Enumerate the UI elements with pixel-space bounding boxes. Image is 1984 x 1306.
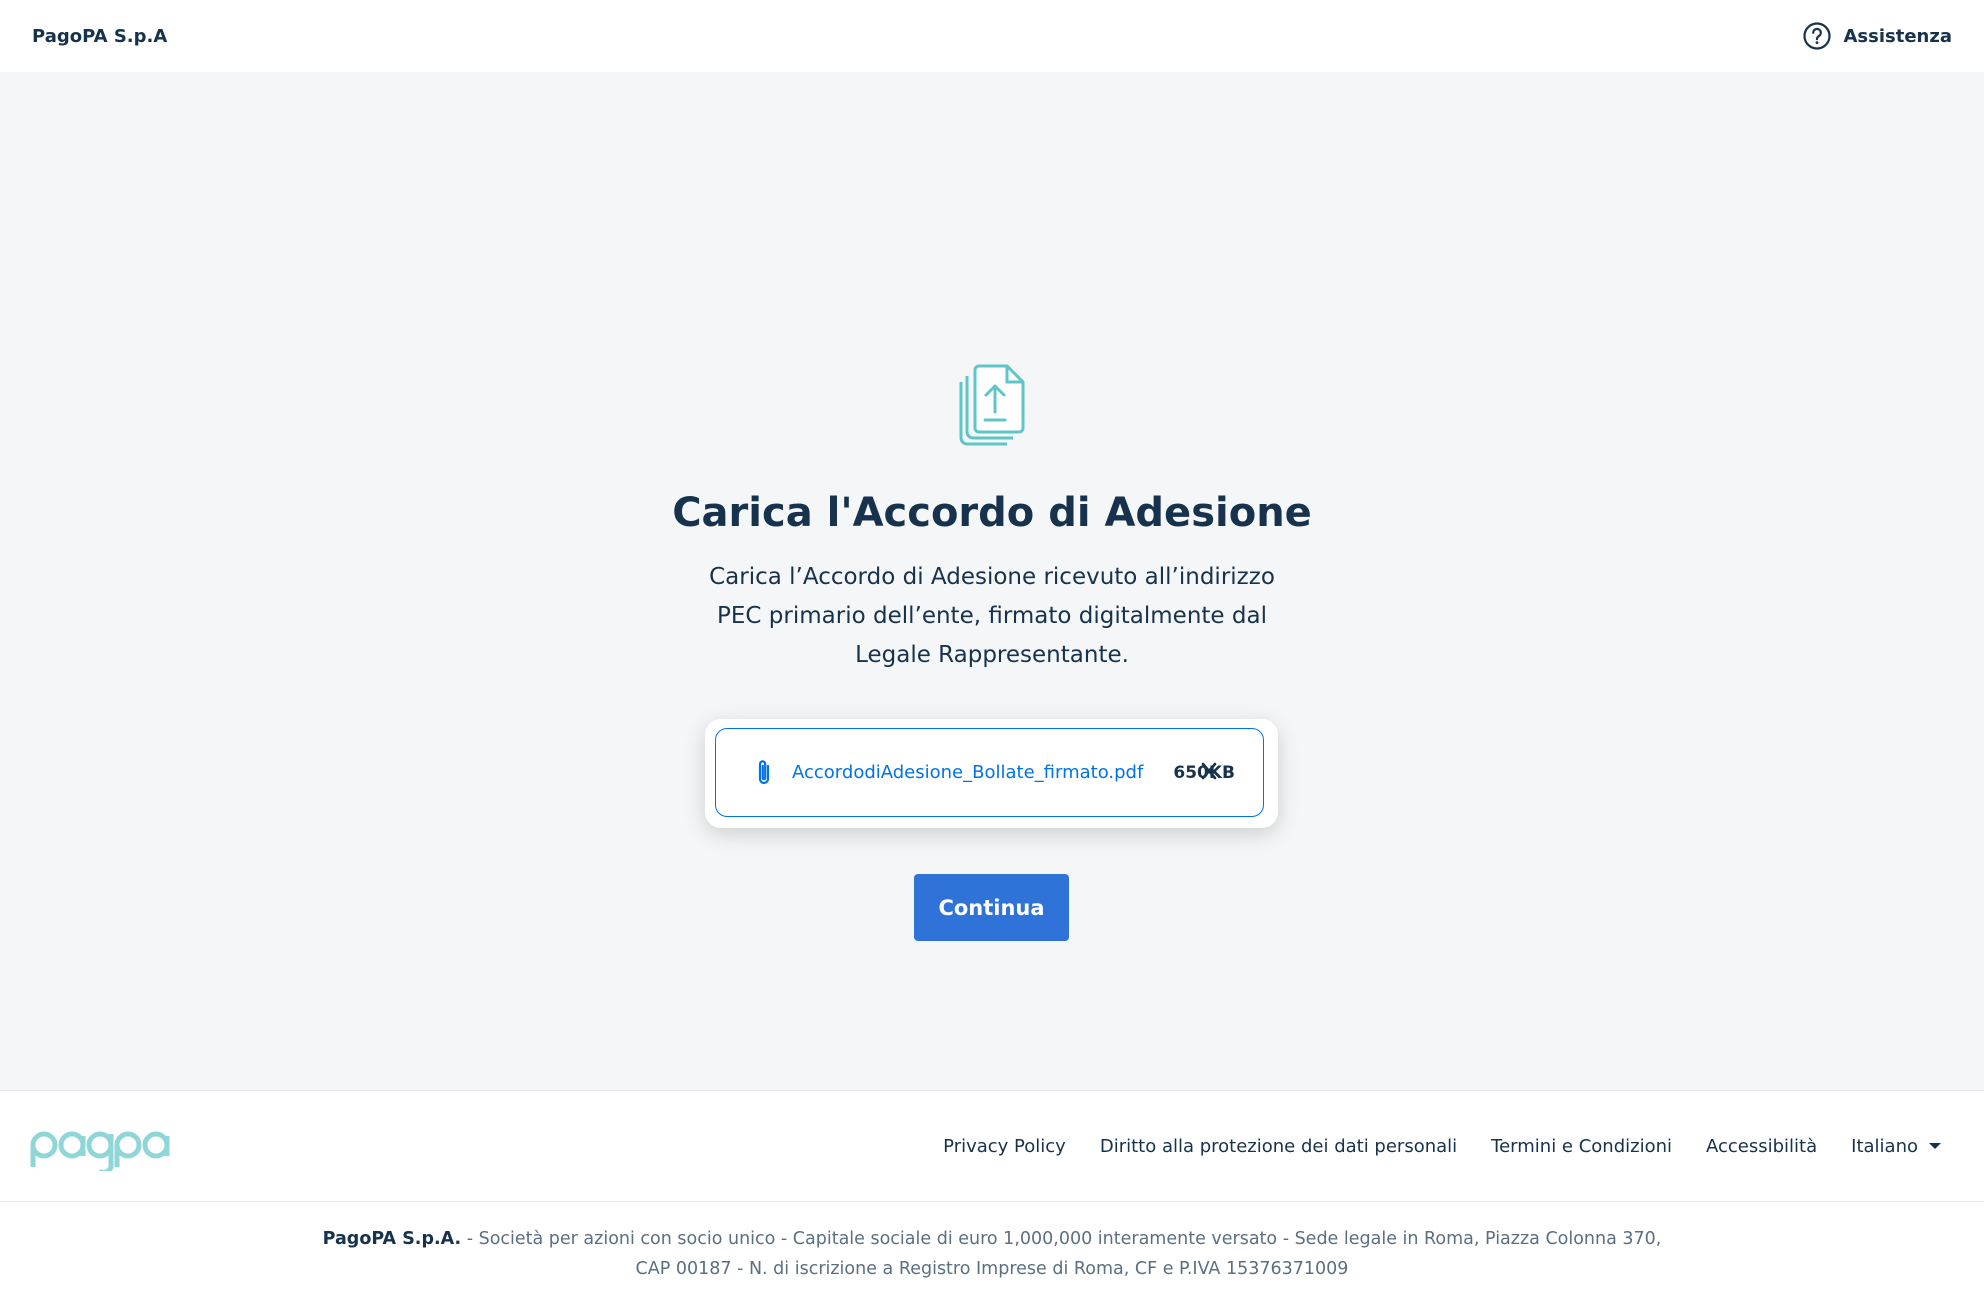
help-button[interactable]: Assistenza <box>1802 21 1953 51</box>
main-content: Carica l'Accordo di Adesione Carica l’Ac… <box>0 72 1984 1090</box>
page-title: Carica l'Accordo di Adesione <box>672 490 1312 536</box>
help-label: Assistenza <box>1843 25 1953 47</box>
app-header: PagoPA S.p.A Assistenza <box>0 0 1984 72</box>
language-label: Italiano <box>1851 1135 1918 1157</box>
close-icon[interactable] <box>1199 760 1219 782</box>
legal-company: PagoPA S.p.A. <box>322 1229 462 1249</box>
paperclip-icon <box>758 759 770 784</box>
footer-navigation: Privacy Policy Diritto alla protezione d… <box>0 1090 1984 1202</box>
file-upload-icon <box>959 364 1025 446</box>
page-description: Carica l’Accordo di Adesione ricevuto al… <box>709 564 1275 668</box>
data-protection-link[interactable]: Diritto alla protezione dei dati persona… <box>1100 1136 1457 1157</box>
help-circle-icon <box>1802 22 1831 50</box>
legal-line-1: - Società per azioni con socio unico - C… <box>461 1229 1662 1249</box>
uploaded-file-item: AccordodiAdesione_Bollate_firmato.pdf 65… <box>715 728 1264 817</box>
privacy-policy-link[interactable]: Privacy Policy <box>943 1136 1066 1157</box>
legal-line-2: CAP 00187 - N. di iscrizione a Registro … <box>635 1259 1349 1279</box>
pagopa-logo[interactable] <box>30 1121 190 1171</box>
continue-button[interactable]: Continua <box>914 874 1069 941</box>
legal-footer: PagoPA S.p.A. - Società per azioni con s… <box>0 1202 1984 1306</box>
footer-links: Privacy Policy Diritto alla protezione d… <box>943 1091 1942 1201</box>
uploaded-file-card: AccordodiAdesione_Bollate_firmato.pdf 65… <box>705 719 1278 828</box>
brand-name: PagoPA S.p.A <box>32 25 168 47</box>
file-name: AccordodiAdesione_Bollate_firmato.pdf <box>792 762 1144 783</box>
language-selector[interactable]: Italiano <box>1851 1136 1942 1157</box>
caret-down-icon <box>1929 1143 1941 1149</box>
legal-text: PagoPA S.p.A. - Società per azioni con s… <box>0 1224 1984 1284</box>
accessibility-link[interactable]: Accessibilità <box>1706 1136 1817 1157</box>
file-size: 650KB <box>1173 760 1235 783</box>
terms-link[interactable]: Termini e Condizioni <box>1491 1136 1672 1157</box>
